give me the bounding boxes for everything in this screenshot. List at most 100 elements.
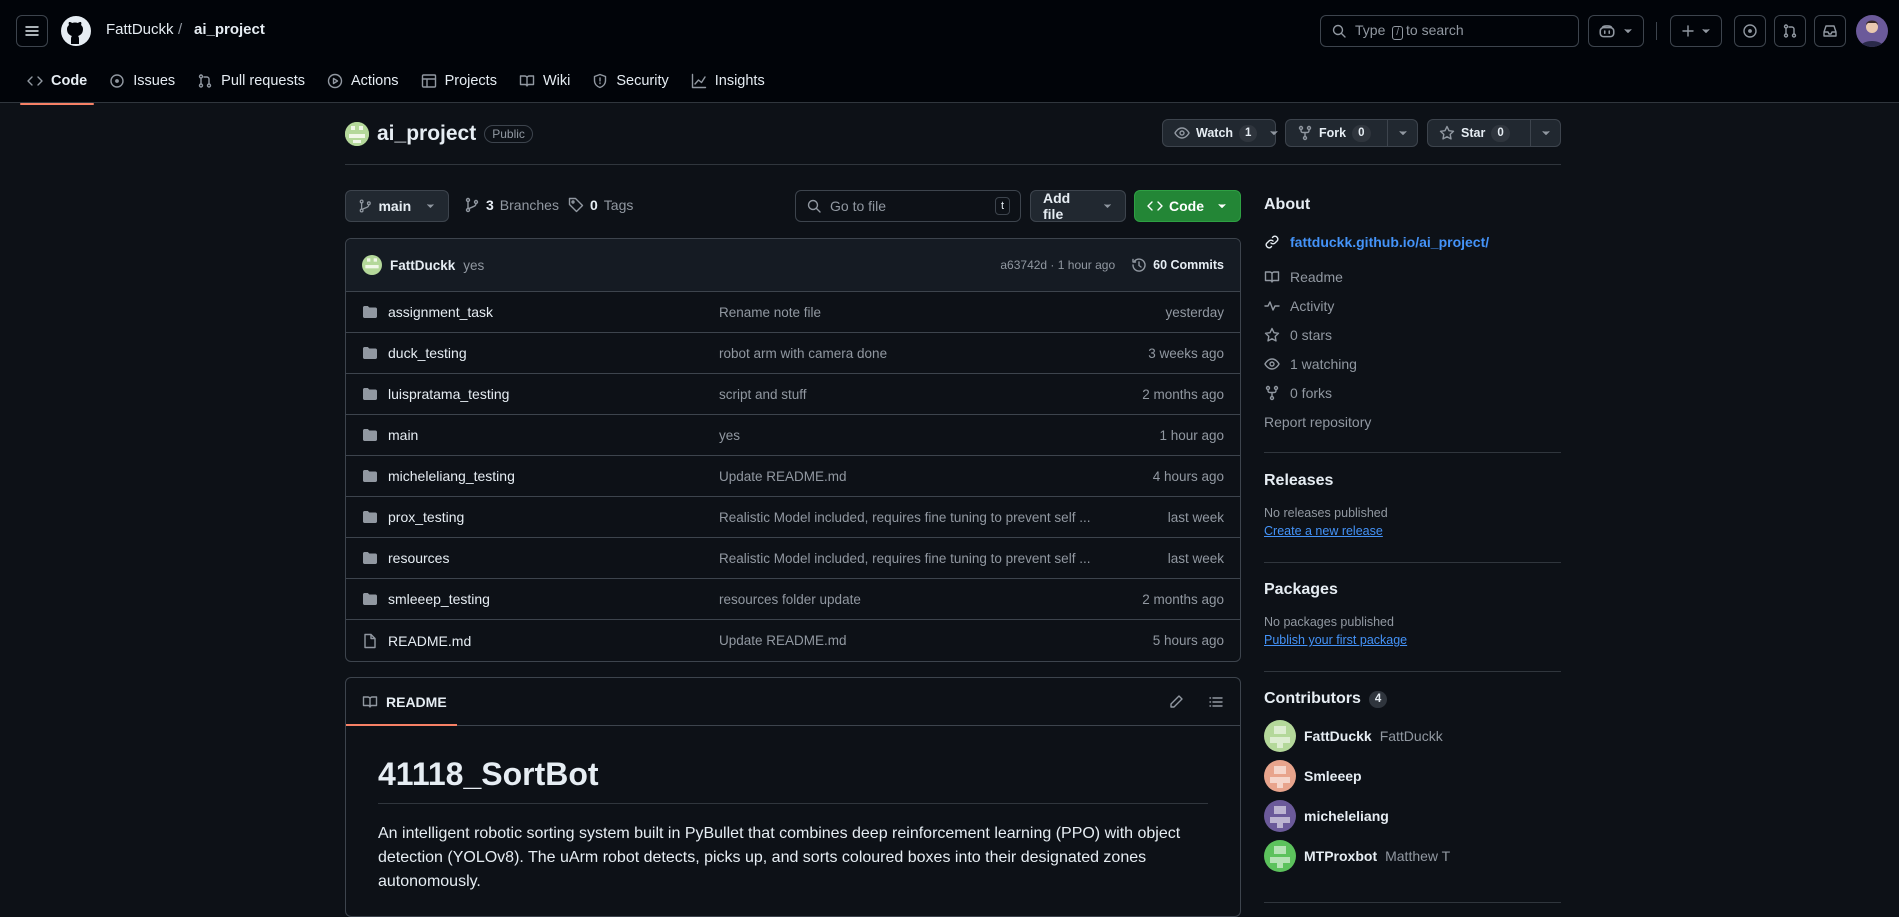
tab-issues[interactable]: Issues: [98, 64, 186, 97]
tab-projects[interactable]: Projects: [410, 64, 508, 97]
file-row[interactable]: duck_testing robot arm with camera done 3 …: [346, 333, 1240, 374]
file-name[interactable]: smleeep_testing: [388, 591, 490, 607]
chevron-down-icon: [1270, 130, 1278, 136]
file-row[interactable]: resources Realistic Model included, requi…: [346, 538, 1240, 579]
activity-link-label: Activity: [1290, 297, 1335, 314]
tab-security[interactable]: Security: [581, 64, 679, 97]
add-file-button[interactable]: Add file: [1030, 190, 1126, 222]
file-row[interactable]: README.md Update README.md 5 hours ago: [346, 620, 1240, 661]
breadcrumb-repo[interactable]: ai_project: [194, 21, 265, 38]
packages-heading[interactable]: Packages: [1264, 581, 1561, 599]
tab-insights[interactable]: Insights: [680, 64, 776, 97]
commit-message[interactable]: yes: [463, 258, 1000, 273]
search-input[interactable]: Type / to search: [1320, 15, 1579, 47]
contributor-login[interactable]: FattDuckk: [1304, 728, 1372, 744]
readme-tab[interactable]: README: [346, 678, 457, 726]
watch-dropdown[interactable]: [1268, 120, 1280, 146]
file-commit-message[interactable]: Realistic Model included, requires fine …: [719, 551, 1114, 566]
contributor-item[interactable]: micheleliang: [1264, 796, 1561, 836]
file-row[interactable]: smleeep_testing resources folder update 2 …: [346, 579, 1240, 620]
copilot-button[interactable]: [1588, 15, 1644, 47]
branches-link[interactable]: 3 Branches: [464, 197, 559, 213]
tab-actions[interactable]: Actions: [316, 64, 410, 97]
file-commit-message[interactable]: yes: [719, 428, 1114, 443]
file-name[interactable]: resources: [388, 550, 449, 566]
file-name[interactable]: luispratama_testing: [388, 386, 509, 402]
contributor-login[interactable]: MTProxbot: [1304, 848, 1377, 864]
star-dropdown[interactable]: [1530, 120, 1560, 146]
fork-dropdown[interactable]: [1387, 120, 1417, 146]
code-button[interactable]: Code: [1134, 190, 1241, 222]
file-name[interactable]: prox_testing: [388, 509, 464, 525]
tab-pull-requests[interactable]: Pull requests: [186, 64, 316, 97]
activity-link[interactable]: Activity: [1264, 291, 1561, 320]
file-commit-message[interactable]: script and stuff: [719, 387, 1114, 402]
readme-link[interactable]: Readme: [1264, 262, 1561, 291]
contributor-avatar[interactable]: [1264, 840, 1296, 872]
forks-link[interactable]: 0 forks: [1264, 378, 1561, 407]
report-repository-link[interactable]: Report repository: [1264, 407, 1561, 436]
commits-link[interactable]: 60 Commits: [1131, 257, 1224, 273]
commit-author-avatar[interactable]: [362, 255, 382, 275]
owner-avatar[interactable]: [345, 122, 369, 146]
contributor-item[interactable]: FattDuckk FattDuckk: [1264, 716, 1561, 756]
tab-wiki[interactable]: Wiki: [508, 64, 581, 97]
create-release-link[interactable]: Create a new release: [1264, 524, 1383, 538]
file-name[interactable]: main: [388, 427, 418, 443]
contributor-login[interactable]: Smleeep: [1304, 768, 1362, 784]
file-name[interactable]: duck_testing: [388, 345, 467, 361]
file-commit-message[interactable]: robot arm with camera done: [719, 346, 1114, 361]
repo-name[interactable]: ai_project: [377, 122, 476, 146]
watch-button[interactable]: Watch 1: [1162, 119, 1278, 147]
file-name[interactable]: README.md: [388, 633, 471, 649]
create-new-button[interactable]: [1670, 15, 1722, 47]
releases-heading[interactable]: Releases: [1264, 472, 1561, 490]
file-row[interactable]: main yes 1 hour ago: [346, 415, 1240, 456]
file-row[interactable]: micheleliang_testing Update README.md 4 ho…: [346, 456, 1240, 497]
folder-icon: [363, 470, 377, 482]
file-row[interactable]: luispratama_testing script and stuff 2 mon…: [346, 374, 1240, 415]
tab-label: Pull requests: [221, 72, 305, 89]
contributor-avatar[interactable]: [1264, 800, 1296, 832]
branch-name: main: [378, 198, 412, 214]
contributor-login[interactable]: micheleliang: [1304, 808, 1389, 824]
branch-selector[interactable]: main: [345, 190, 449, 222]
tab-code[interactable]: Code: [16, 64, 98, 105]
breadcrumb-owner[interactable]: FattDuckk: [106, 21, 174, 38]
file-commit-message[interactable]: Rename note file: [719, 305, 1114, 320]
contributor-item[interactable]: Smleeep: [1264, 756, 1561, 796]
go-to-file-input[interactable]: Go to file t: [795, 190, 1021, 222]
contributor-avatar[interactable]: [1264, 760, 1296, 792]
tags-link[interactable]: 0 Tags: [568, 197, 633, 213]
contributor-item[interactable]: MTProxbot Matthew T: [1264, 836, 1561, 876]
file-name[interactable]: assignment_task: [388, 304, 493, 320]
tab-label: Actions: [351, 72, 399, 89]
pull-requests-button[interactable]: [1774, 15, 1806, 47]
file-row[interactable]: assignment_task Rename note file yesterday: [346, 292, 1240, 333]
watching-link[interactable]: 1 watching: [1264, 349, 1561, 378]
file-commit-message[interactable]: Update README.md: [719, 633, 1114, 648]
file-commit-message[interactable]: resources folder update: [719, 592, 1114, 607]
edit-readme-button[interactable]: [1168, 694, 1184, 710]
github-logo-icon[interactable]: [60, 15, 92, 47]
menu-button[interactable]: [16, 15, 48, 47]
issues-button[interactable]: [1734, 15, 1766, 47]
user-avatar[interactable]: [1856, 15, 1888, 47]
contributors-heading[interactable]: Contributors: [1264, 690, 1361, 708]
commit-author[interactable]: FattDuckk: [390, 258, 455, 273]
inbox-button[interactable]: [1814, 15, 1846, 47]
contributor-avatar[interactable]: [1264, 720, 1296, 752]
star-button[interactable]: Star 0: [1427, 119, 1561, 147]
outline-button[interactable]: [1208, 694, 1224, 710]
stars-link[interactable]: 0 stars: [1264, 320, 1561, 349]
commit-meta[interactable]: a63742d · 1 hour ago: [1000, 258, 1115, 272]
star-icon: [1439, 125, 1455, 140]
file-row[interactable]: prox_testing Realistic Model included, re…: [346, 497, 1240, 538]
readme-link-label: Readme: [1290, 268, 1343, 285]
publish-package-link[interactable]: Publish your first package: [1264, 633, 1407, 647]
file-commit-message[interactable]: Update README.md: [719, 469, 1114, 484]
website-link[interactable]: fattduckk.github.io/ai_project/: [1264, 234, 1561, 250]
file-name[interactable]: micheleliang_testing: [388, 468, 515, 484]
fork-button[interactable]: Fork 0: [1285, 119, 1418, 147]
file-commit-message[interactable]: Realistic Model included, requires fine …: [719, 510, 1114, 525]
